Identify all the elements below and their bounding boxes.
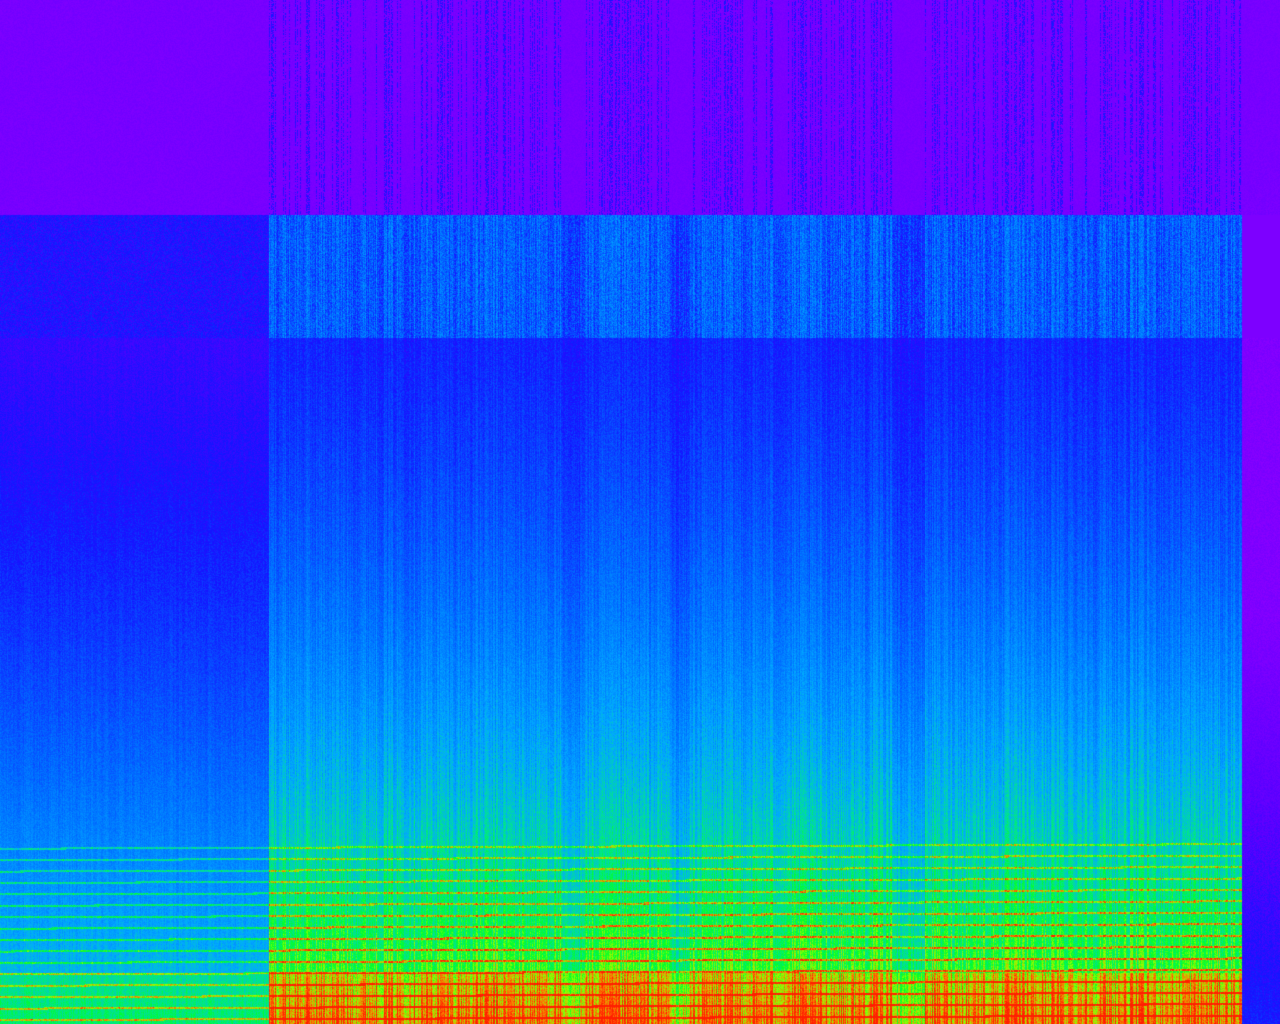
spectrogram-image xyxy=(0,0,1280,1024)
spectrogram-canvas xyxy=(0,0,1280,1024)
